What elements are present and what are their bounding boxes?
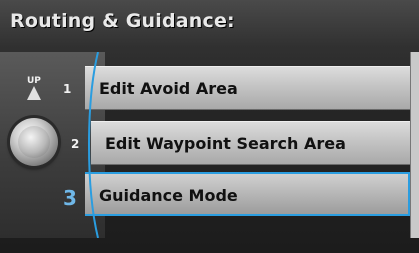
page-title: Routing & Guidance:	[10, 10, 235, 32]
selector-knob-icon[interactable]	[10, 118, 58, 166]
menu-number-3: 3	[63, 186, 77, 210]
menu-divider-curve	[88, 52, 99, 238]
menu-item-edit-avoid-area[interactable]: Edit Avoid Area	[85, 66, 410, 110]
navigation-screen: Routing & Guidance: UP 1 2 3 Edit Avoid …	[0, 0, 419, 253]
menu-number-2: 2	[71, 137, 80, 151]
up-arrow-icon	[27, 86, 41, 100]
menu-item-guidance-mode[interactable]: Guidance Mode	[85, 172, 410, 216]
menu-item-edit-waypoint-search-area[interactable]: Edit Waypoint Search Area	[91, 121, 410, 165]
menu-item-label: Edit Waypoint Search Area	[105, 134, 346, 153]
menu-number-1: 1	[63, 82, 72, 96]
knob-center	[18, 126, 50, 158]
menu-item-label: Edit Avoid Area	[99, 79, 238, 98]
scroll-strip	[410, 52, 419, 238]
up-label: UP	[27, 76, 41, 86]
menu-item-label: Guidance Mode	[99, 186, 238, 205]
